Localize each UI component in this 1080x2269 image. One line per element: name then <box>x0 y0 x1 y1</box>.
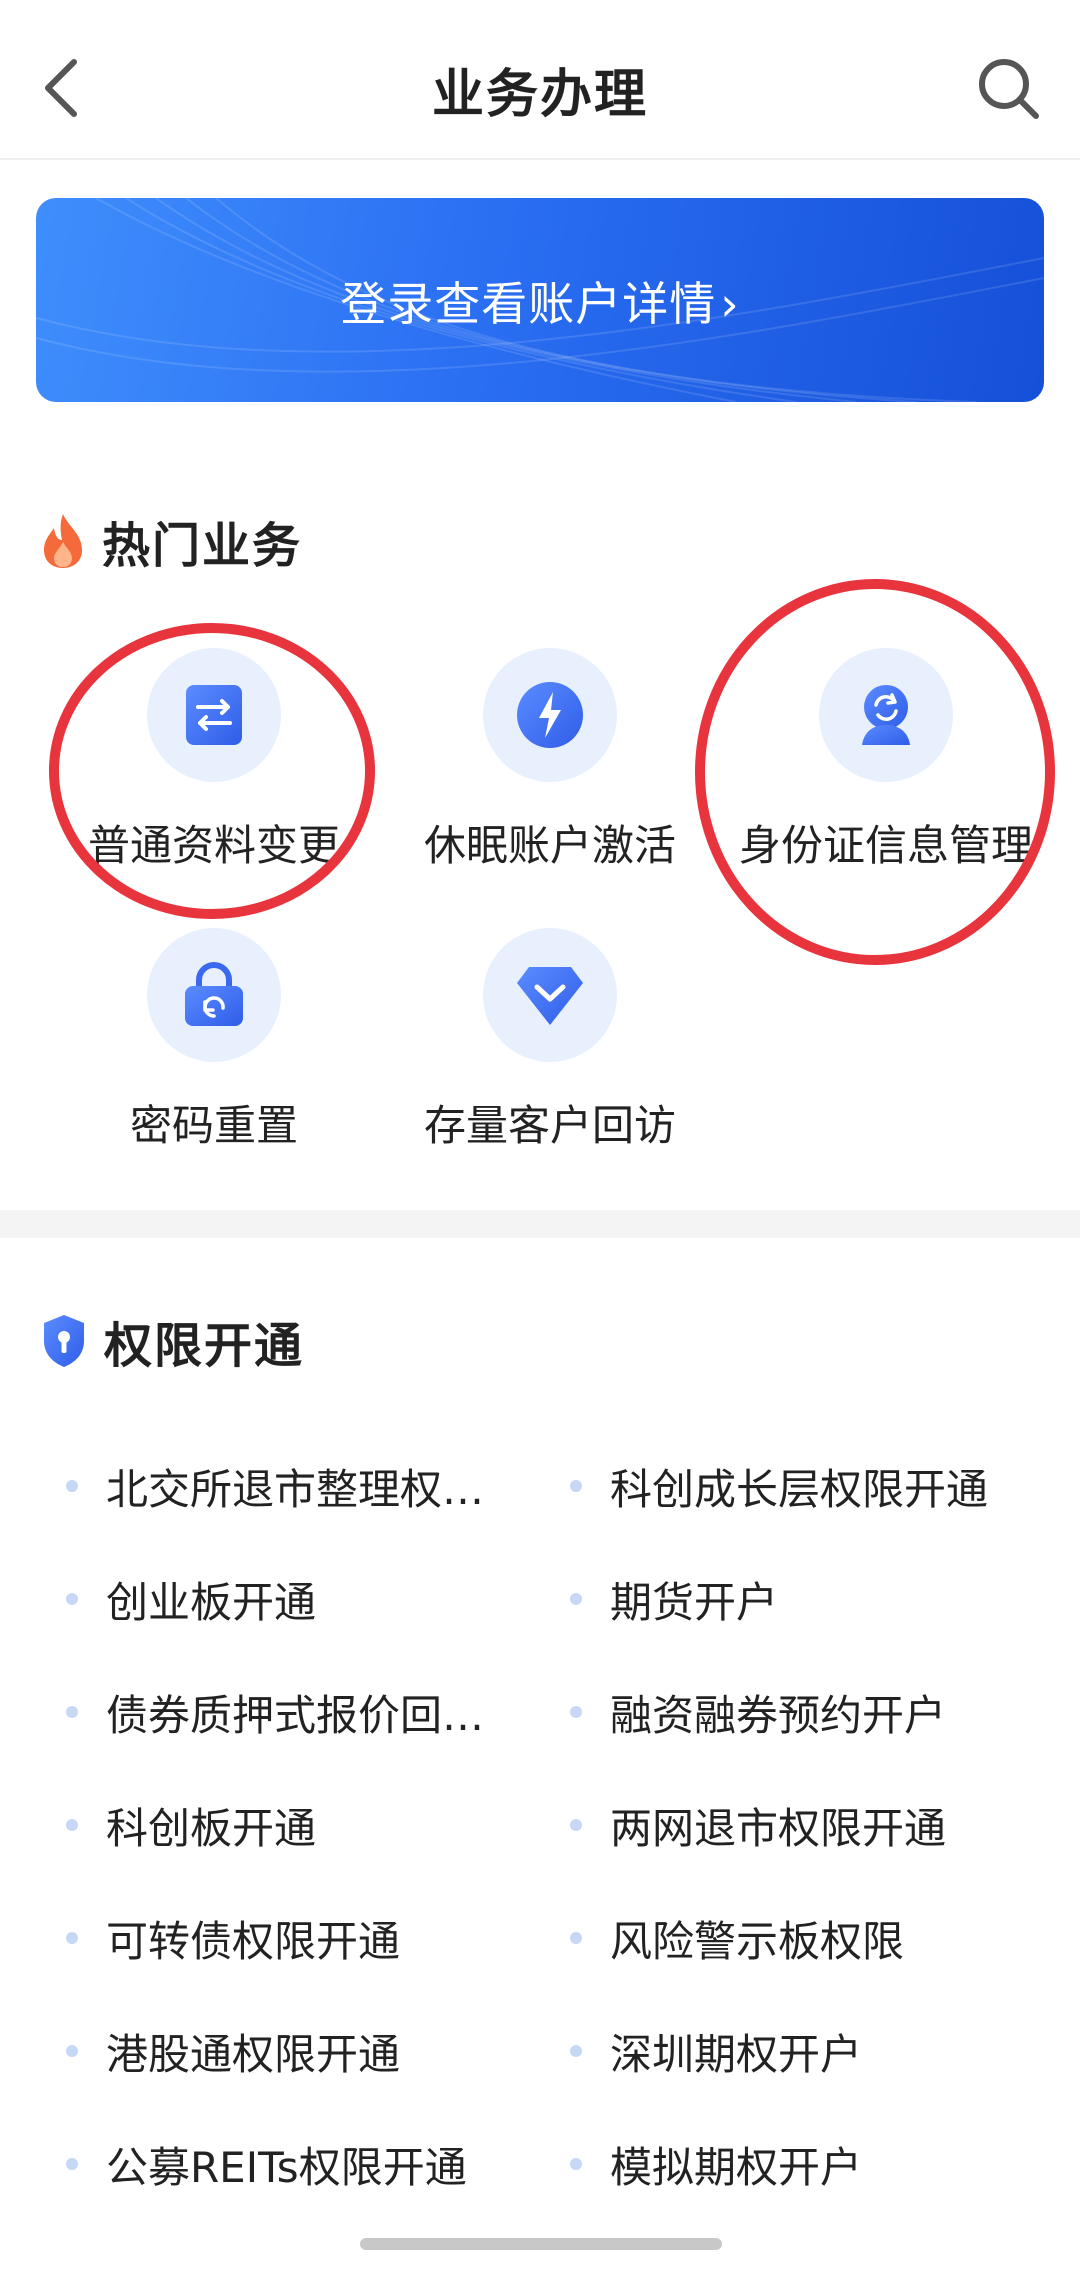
banner-login-text: 登录查看账户详情› <box>36 268 1044 334</box>
service-dormant-activation[interactable]: 休眠账户激活 <box>382 648 718 870</box>
perm-label: 风险警示板权限 <box>610 1916 905 1966</box>
perm-label: 两网退市权限开通 <box>610 1803 947 1853</box>
perm-label: 公募REITs权限开通 <box>106 2142 467 2192</box>
bullet-dot-icon <box>570 2158 582 2170</box>
service-id-card-management[interactable]: 身份证信息管理 <box>718 648 1054 870</box>
search-icon <box>979 59 1039 119</box>
bullet-dot-icon <box>66 2158 78 2170</box>
bullet-dot-icon <box>66 1480 78 1492</box>
service-icon-bg <box>483 928 617 1062</box>
service-icon-bg <box>147 648 281 782</box>
bullet-dot-icon <box>66 1932 78 1944</box>
perm-label: 港股通权限开通 <box>106 2029 401 2079</box>
search-button[interactable] <box>970 50 1050 130</box>
bullet-dot-icon <box>66 1706 78 1718</box>
lock-reset-icon <box>185 962 243 1026</box>
chevron-right-icon: › <box>720 277 740 331</box>
perm-item[interactable]: 期货开户 <box>570 1569 1050 1629</box>
banner-label: 登录查看账户详情 <box>340 277 717 331</box>
service-label: 身份证信息管理 <box>738 821 1033 870</box>
section-divider <box>0 1210 1080 1238</box>
perm-item[interactable]: 港股通权限开通 <box>66 2021 506 2081</box>
permissions-title: 权限开通 <box>104 1318 305 1374</box>
service-label: 普通资料变更 <box>87 821 340 870</box>
page: 业务办理 登录查看账户详情› 热门业务 普通资料变更 休眠账户激活 身份证信息管… <box>0 0 1080 2269</box>
perm-item[interactable]: 风险警示板权限 <box>570 1908 1050 1968</box>
home-indicator[interactable] <box>360 2238 722 2250</box>
perm-item[interactable]: 深圳期权开户 <box>570 2021 1050 2081</box>
perm-item[interactable]: 科创成长层权限开通 <box>570 1456 1050 1516</box>
shield-lock-icon <box>44 1315 84 1367</box>
swap-arrows-icon <box>186 685 242 745</box>
perm-item[interactable]: 债券质押式报价回购开通 <box>66 1682 506 1742</box>
perm-label: 科创成长层权限开通 <box>610 1464 989 1514</box>
page-title: 业务办理 <box>431 65 648 125</box>
service-client-revisit[interactable]: 存量客户回访 <box>382 928 718 1150</box>
perm-item[interactable]: 公募REITs权限开通 <box>66 2134 506 2194</box>
bullet-dot-icon <box>66 1819 78 1831</box>
bullet-dot-icon <box>66 1593 78 1605</box>
service-label: 休眠账户激活 <box>423 821 676 870</box>
service-password-reset[interactable]: 密码重置 <box>46 928 382 1150</box>
bullet-dot-icon <box>570 1819 582 1831</box>
service-icon-bg <box>483 648 617 782</box>
perm-item[interactable]: 创业板开通 <box>66 1569 506 1629</box>
perm-label: 深圳期权开户 <box>610 2029 863 2079</box>
perm-item[interactable]: 科创板开通 <box>66 1795 506 1855</box>
id-person-refresh-icon <box>862 685 910 745</box>
service-profile-change[interactable]: 普通资料变更 <box>46 648 382 870</box>
service-label: 存量客户回访 <box>423 1101 676 1150</box>
bullet-dot-icon <box>570 1593 582 1605</box>
top-nav-bar: 业务办理 <box>0 0 1080 160</box>
perm-label: 债券质押式报价回购开通 <box>106 1690 506 1740</box>
perm-item[interactable]: 融资融券预约开户 <box>570 1682 1050 1742</box>
bullet-dot-icon <box>570 1932 582 1944</box>
perm-label: 融资融券预约开户 <box>610 1690 947 1740</box>
login-banner[interactable]: 登录查看账户详情› <box>36 198 1044 402</box>
perm-label: 可转债权限开通 <box>106 1916 401 1966</box>
diamond-check-icon <box>517 967 583 1025</box>
bullet-dot-icon <box>570 1706 582 1718</box>
perm-item[interactable]: 可转债权限开通 <box>66 1908 506 1968</box>
service-icon-bg <box>147 928 281 1062</box>
flame-icon <box>44 514 82 568</box>
perm-label: 模拟期权开户 <box>610 2142 863 2192</box>
bullet-dot-icon <box>570 1480 582 1492</box>
perm-item[interactable]: 两网退市权限开通 <box>570 1795 1050 1855</box>
bullet-dot-icon <box>570 2045 582 2057</box>
permissions-heading: 权限开通 <box>40 1306 304 1376</box>
perm-label: 期货开户 <box>610 1577 779 1627</box>
perm-label: 科创板开通 <box>106 1803 317 1853</box>
perm-item[interactable]: 北交所退市整理权限开通 <box>66 1456 506 1516</box>
perm-label: 创业板开通 <box>106 1577 317 1627</box>
service-icon-bg <box>819 648 953 782</box>
perm-item[interactable]: 模拟期权开户 <box>570 2134 1050 2194</box>
hot-services-heading: 热门业务 <box>40 506 302 576</box>
hot-services-title: 热门业务 <box>102 518 303 574</box>
service-label: 密码重置 <box>129 1101 298 1150</box>
perm-label: 北交所退市整理权限开通 <box>106 1464 506 1514</box>
bullet-dot-icon <box>66 2045 78 2057</box>
lightning-icon <box>517 682 583 748</box>
